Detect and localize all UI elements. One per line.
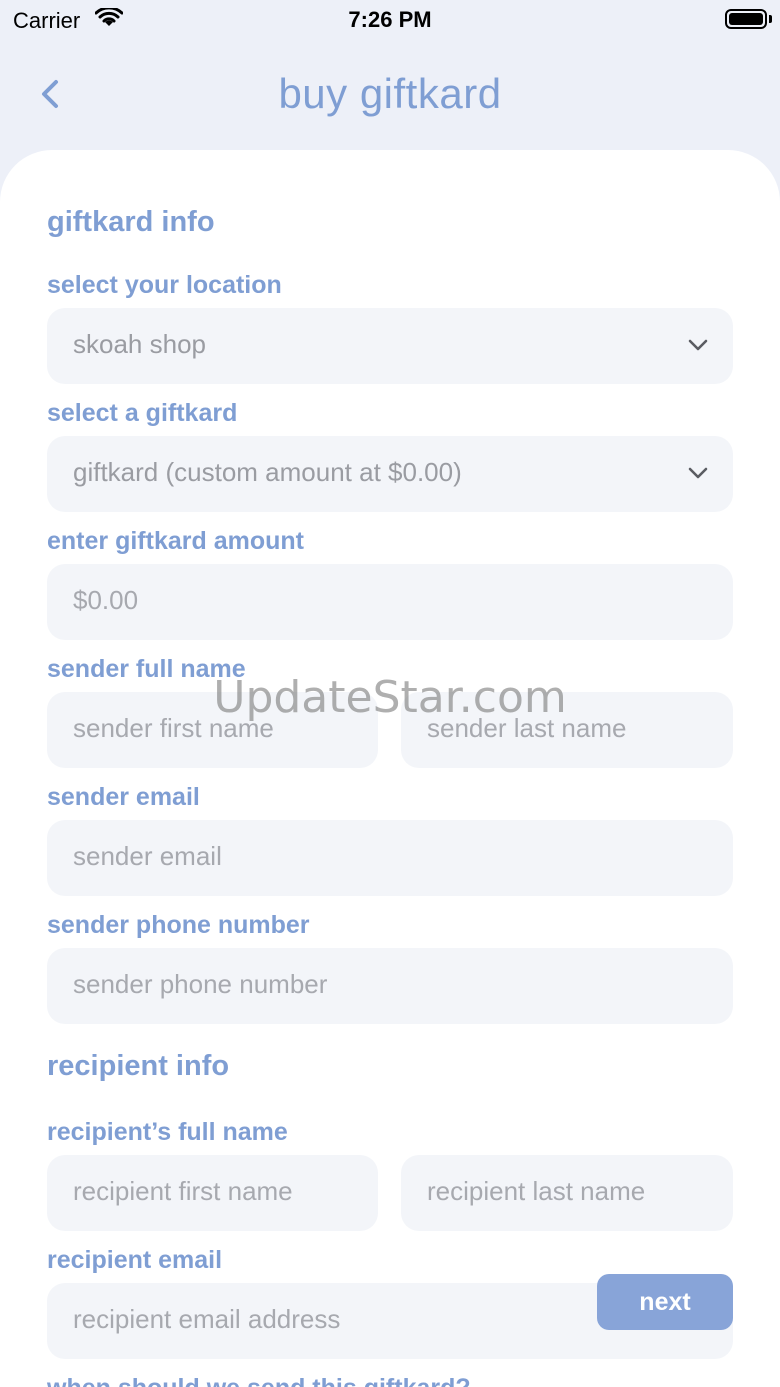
- sender-email-input[interactable]: sender email: [47, 820, 733, 896]
- sender-phone-label: sender phone number: [47, 911, 310, 939]
- location-value: skoah shop: [73, 329, 206, 359]
- amount-input[interactable]: $0.00: [47, 564, 733, 640]
- battery-tip: [769, 15, 772, 23]
- clock: 7:26 PM: [348, 7, 432, 32]
- sender-last-name-input[interactable]: sender last name: [401, 692, 733, 768]
- chevron-down-icon: [688, 467, 708, 479]
- battery-icon: [725, 9, 767, 29]
- giftkard-label: select a giftkard: [47, 399, 238, 427]
- recipient-name-label: recipient’s full name: [47, 1118, 288, 1146]
- recipient-last-name-input[interactable]: recipient last name: [401, 1155, 733, 1231]
- sender-phone-input[interactable]: sender phone number: [47, 948, 733, 1024]
- amount-label: enter giftkard amount: [47, 527, 304, 555]
- form-card: giftkard info select your location skoah…: [0, 150, 780, 1387]
- location-select[interactable]: skoah shop: [47, 308, 733, 384]
- giftkard-select[interactable]: giftkard (custom amount at $0.00): [47, 436, 733, 512]
- recipient-info-heading: recipient info: [47, 1050, 230, 1082]
- sender-email-label: sender email: [47, 783, 200, 811]
- location-label: select your location: [47, 271, 282, 299]
- status-bar: Carrier 7:26 PM: [0, 0, 780, 40]
- recipient-first-name-input[interactable]: recipient first name: [47, 1155, 378, 1231]
- sender-name-label: sender full name: [47, 655, 246, 683]
- giftkard-value: giftkard (custom amount at $0.00): [73, 457, 462, 487]
- navigation-bar: buy giftkard: [0, 60, 780, 130]
- chevron-down-icon: [688, 339, 708, 351]
- recipient-email-label: recipient email: [47, 1246, 223, 1274]
- sender-first-name-input[interactable]: sender first name: [47, 692, 378, 768]
- giftkard-info-heading: giftkard info: [47, 206, 215, 238]
- next-button[interactable]: next: [597, 1274, 733, 1330]
- send-date-label: when should we send this giftkard?: [47, 1374, 471, 1387]
- page-title: buy giftkard: [278, 70, 502, 117]
